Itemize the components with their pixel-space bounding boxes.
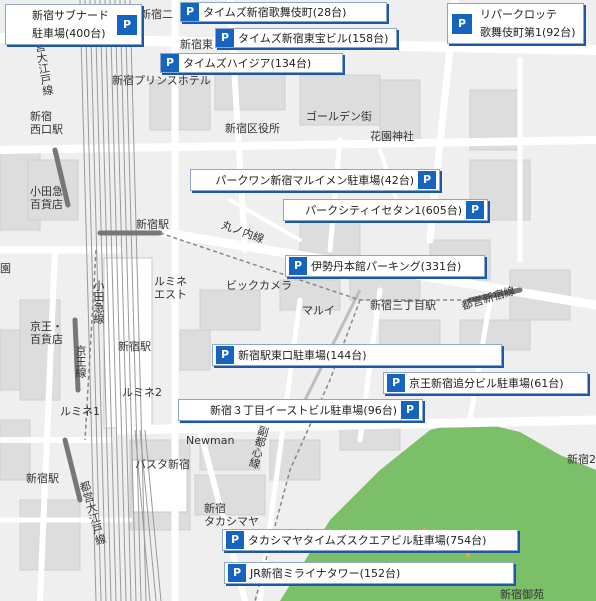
lumine-est-label: ルミネ エスト xyxy=(154,275,187,301)
parking-pin-icon: P xyxy=(161,54,179,72)
shinjuku-ni-label: 新宿二 xyxy=(140,8,173,21)
hanazono-shrine-label: 花園神社 xyxy=(370,130,414,143)
parking-name: リパークロッテ 歌舞伎町第1(92台) xyxy=(480,8,576,39)
shinjuku-2chome-label: 新宿2 xyxy=(567,453,596,466)
parking-name: 新宿３丁目イーストビル駐車場(96台) xyxy=(209,404,397,417)
parking-times-toho[interactable]: P タイムズ新宿東宝ビル(158台) xyxy=(215,28,397,48)
parking-pin-icon: P xyxy=(418,171,436,189)
parking-name: 京王新宿追分ビル駐車場(61台) xyxy=(409,377,564,390)
parking-parkcity-isetan[interactable]: P パークシティイセタン1(605台) xyxy=(283,199,488,221)
keio-dept-label: 京王・ 百貨店 xyxy=(30,320,63,346)
parking-jr-mirai[interactable]: P JR新宿ミライナタワー(152台) xyxy=(224,562,514,584)
park-edge-label: 園 xyxy=(0,262,11,275)
golden-gai-label: ゴールデン街 xyxy=(306,110,372,123)
parking-pin-icon: P xyxy=(117,14,137,35)
parking-times-kabukicho[interactable]: P タイムズ新宿歌舞伎町(28台) xyxy=(180,2,387,22)
shinjuku-3chome-station-label: 新宿三丁目駅 xyxy=(370,299,436,312)
lumine2-label: ルミネ2 xyxy=(122,386,162,399)
prince-hotel-label: 新宿プリンスホテル xyxy=(112,74,211,87)
parking-name: タカシマヤタイムズスクエアビル駐車場(754台) xyxy=(248,534,487,547)
parking-east-exit[interactable]: P 新宿駅東口駐車場(144台) xyxy=(212,344,502,366)
parking-name: パークワン新宿マルイメン駐車場(42台) xyxy=(215,174,414,187)
shinjuku-station-label: 新宿駅 xyxy=(136,218,169,231)
parking-name: 新宿駅東口駐車場(144台) xyxy=(238,349,367,362)
parking-name: タイムズハイジア(134台) xyxy=(183,57,312,70)
parking-name: 伊勢丹本館パーキング(331台) xyxy=(311,260,462,273)
ward-office-label: 新宿区役所 xyxy=(225,122,280,135)
parking-times-hygeia[interactable]: P タイムズハイジア(134台) xyxy=(160,53,343,73)
parking-repark-lotte[interactable]: P リパークロッテ 歌舞伎町第1(92台) xyxy=(447,3,584,44)
parking-pin-icon: P xyxy=(466,201,484,219)
shinjuku-station-bottom-label: 新宿駅 xyxy=(26,472,59,485)
parking-pin-icon: P xyxy=(216,346,234,364)
map[interactable]: 新宿駅 新宿駅 新宿 西口駅 小田急 百貨店 小田急線 京王・ 百貨店 京王線 … xyxy=(0,0,596,601)
keio-line-label: 京王線 xyxy=(74,345,87,378)
parking-name: JR新宿ミライナタワー(152台) xyxy=(250,567,401,580)
parking-name: タイムズ新宿歌舞伎町(28台) xyxy=(203,6,347,19)
parking-name: 新宿サブナード 駐車場(400台) xyxy=(32,9,109,40)
parking-pin-icon: P xyxy=(216,29,234,47)
odakyu-dept-label: 小田急 百貨店 xyxy=(30,185,63,211)
parking-keio-oiwake[interactable]: P 京王新宿追分ビル駐車場(61台) xyxy=(383,372,588,394)
parking-pin-icon: P xyxy=(401,401,419,419)
shinjuku-east-label: 新宿東 xyxy=(180,38,213,51)
parking-pin-icon: P xyxy=(181,3,199,21)
parking-pin-icon: P xyxy=(387,374,405,392)
parking-isetan-honkan[interactable]: P 伊勢丹本館パーキング(331台) xyxy=(285,255,485,277)
parking-pin-icon: P xyxy=(228,564,246,582)
parking-pin-icon: P xyxy=(289,257,307,275)
parking-3chome-east[interactable]: P 新宿３丁目イーストビル駐車場(96台) xyxy=(178,399,423,421)
lumine1-label: ルミネ1 xyxy=(60,405,100,418)
odakyu-line-label: 小田急線 xyxy=(92,280,105,324)
big-camera-label: ビックカメラ xyxy=(226,279,292,292)
busta-label: バスタ新宿 xyxy=(135,458,190,471)
marui-label: マルイ xyxy=(302,304,335,317)
shinjuku-station-label-2: 新宿駅 xyxy=(118,340,151,353)
parking-name: タイムズ新宿東宝ビル(158台) xyxy=(238,32,389,45)
parking-takashimaya-times[interactable]: P タカシマヤタイムズスクエアビル駐車場(754台) xyxy=(222,529,518,551)
parking-parkone-marui[interactable]: P パークワン新宿マルイメン駐車場(42台) xyxy=(190,169,440,191)
takashimaya-label: 新宿 タカシマヤ xyxy=(204,502,259,528)
parking-pin-icon: P xyxy=(226,531,244,549)
shinjuku-nishiguchi-station-label: 新宿 西口駅 xyxy=(30,110,63,136)
parking-pin-icon: P xyxy=(452,13,472,34)
parking-name: パークシティイセタン1(605台) xyxy=(305,204,462,217)
newman-label: Newman xyxy=(186,434,235,447)
parking-sabnard[interactable]: P 新宿サブナード 駐車場(400台) xyxy=(5,4,142,45)
gyoen-label: 新宿御苑 xyxy=(500,588,544,601)
